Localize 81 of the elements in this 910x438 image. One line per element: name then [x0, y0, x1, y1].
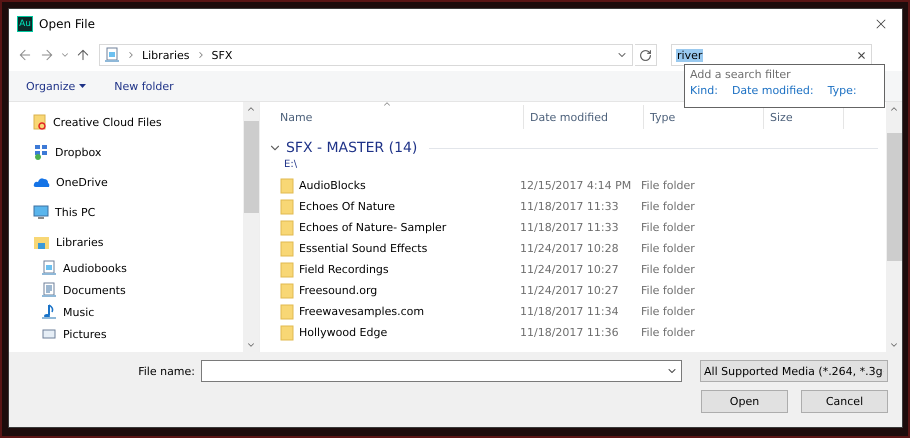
folder-icon [280, 240, 294, 256]
file-name-label: File name: [138, 364, 195, 378]
folder-icon [280, 304, 294, 320]
toolbar-button[interactable]: New folder [114, 80, 174, 92]
file-name[interactable]: Essential Sound Effects [299, 242, 428, 255]
nav-item[interactable]: Music [9, 301, 243, 323]
date-cell-text: 11/24/2017 10:28 [520, 242, 620, 255]
file-name[interactable]: Freesound.org [299, 284, 378, 297]
column-header[interactable]: Name [264, 105, 524, 129]
file-name[interactable]: Hollywood Edge [299, 326, 388, 339]
nav-item[interactable]: Dropbox [9, 137, 243, 167]
type-cell-text: File folder [641, 284, 696, 297]
folder-icon [280, 282, 294, 298]
open-button[interactable]: Open [701, 390, 788, 413]
suggestions-heading: Add a search filter [690, 68, 792, 81]
search-text: river [676, 48, 704, 62]
filter-link[interactable]: Kind: [690, 84, 718, 97]
breadcrumb-item[interactable]: Libraries [142, 48, 190, 62]
date-cell-text: 11/18/2017 11:34 [520, 305, 620, 318]
type-cell-text: File folder [641, 263, 696, 276]
file-name-field[interactable] [201, 360, 682, 382]
group-title: SFX - MASTER (14) [286, 140, 418, 156]
refresh-icon [639, 48, 652, 62]
date-cell-text: 11/24/2017 10:27 [520, 284, 620, 297]
column-header[interactable]: Size [764, 105, 844, 129]
refresh-button[interactable] [635, 44, 657, 66]
cloud-icon [33, 176, 50, 188]
date-cell-text: 11/18/2017 11:36 [520, 326, 620, 339]
nav-item[interactable]: Audiobooks [9, 257, 243, 279]
nav-item[interactable]: OneDrive [9, 167, 243, 197]
file-type-dropdown[interactable]: All Supported Media (*.264, *.3g [700, 360, 888, 382]
document-icon [41, 282, 57, 298]
nav-item[interactable]: This PC [9, 197, 243, 227]
document-icon [41, 260, 57, 276]
date-cell-text: 11/24/2017 10:27 [520, 263, 620, 276]
caret-icon [79, 84, 86, 88]
column-header[interactable]: Type [644, 105, 764, 129]
music-note-icon [41, 304, 57, 320]
type-cell-text: File folder [641, 326, 696, 339]
file-name[interactable]: Echoes Of Nature [299, 200, 396, 213]
clear-icon[interactable] [856, 50, 867, 60]
monitor-icon [33, 204, 49, 220]
date-cell-text: 11/18/2017 11:33 [520, 200, 620, 213]
folder-icon [280, 178, 294, 194]
app-icon: Au [17, 16, 33, 32]
breadcrumb-item[interactable]: SFX [212, 48, 232, 62]
file-name[interactable]: Freewavesamples.com [299, 305, 424, 318]
type-cell-text: File folder [641, 221, 696, 234]
type-cell-text: File folder [641, 179, 696, 192]
group-path: E:\ [283, 159, 298, 172]
library-folder-icon [33, 234, 50, 250]
file-name[interactable]: Echoes of Nature- Sampler [299, 221, 446, 234]
folder-icon [280, 220, 294, 236]
date-cell-text: 12/15/2017 4:14 PM [520, 179, 632, 192]
nav-item[interactable]: Pictures [9, 323, 243, 345]
arrow-right-icon [39, 47, 55, 63]
organize-menu[interactable]: Organize [26, 80, 86, 92]
type-cell-text: File folder [641, 305, 696, 318]
type-cell-text: File folder [641, 200, 696, 213]
file-name[interactable]: Field Recordings [299, 263, 389, 276]
nav-item[interactable]: Libraries [9, 227, 243, 257]
type-cell-text: File folder [641, 242, 696, 255]
folder-icon [280, 262, 294, 278]
window-title: Open File [39, 17, 96, 31]
date-cell-text: 11/18/2017 11:33 [520, 221, 620, 234]
filter-link[interactable]: Type: [828, 84, 857, 97]
file-name[interactable]: AudioBlocks [299, 179, 366, 192]
nav-item[interactable]: Creative Cloud Files [9, 107, 243, 137]
cancel-button[interactable]: Cancel [801, 390, 888, 413]
column-header[interactable]: Date modified [524, 105, 644, 129]
cloud-file-icon [33, 114, 47, 130]
folder-icon [280, 198, 294, 214]
folder-icon [280, 324, 294, 340]
filter-link[interactable]: Date modified: [732, 84, 814, 97]
library-icon [104, 47, 120, 63]
boxes-icon [33, 144, 49, 160]
picture-icon [41, 328, 57, 340]
scrollbar[interactable] [243, 102, 259, 352]
address-bar[interactable]: Libraries SFX [99, 44, 633, 66]
scrollbar[interactable] [886, 102, 902, 352]
nav-item[interactable]: Documents [9, 279, 243, 301]
